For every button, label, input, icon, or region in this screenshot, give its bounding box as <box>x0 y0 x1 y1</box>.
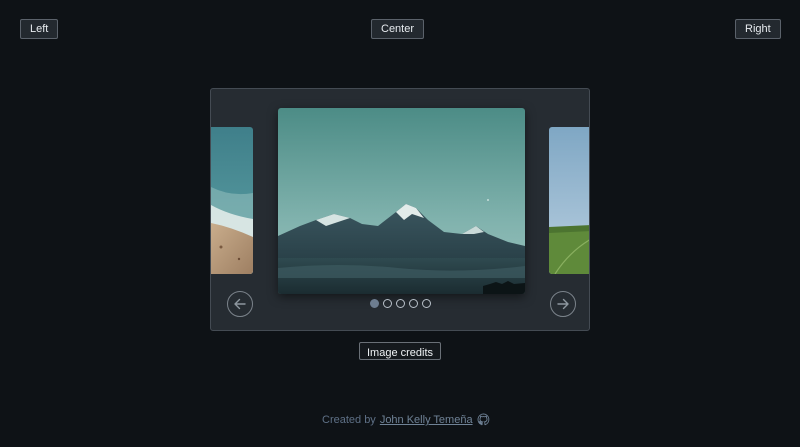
next-slide-button[interactable] <box>550 291 576 317</box>
beach-shore-image <box>211 127 253 274</box>
right-button[interactable]: Right <box>735 19 781 39</box>
slide-current[interactable] <box>278 108 525 294</box>
mountain-landscape-image <box>278 108 525 294</box>
slide-dot-2[interactable] <box>383 299 392 308</box>
prev-slide-button[interactable] <box>227 291 253 317</box>
left-button[interactable]: Left <box>20 19 59 39</box>
slide-dot-4[interactable] <box>409 299 418 308</box>
github-icon[interactable] <box>477 413 490 430</box>
page: Left Center Right Image credits Created … <box>0 0 800 447</box>
center-button[interactable]: Center <box>371 19 425 39</box>
slide-dot-1[interactable] <box>370 299 379 308</box>
footer-prefix: Created by <box>322 414 376 426</box>
image-carousel <box>210 88 590 331</box>
slide-dot-5[interactable] <box>422 299 431 308</box>
slide-dot-3[interactable] <box>396 299 405 308</box>
arrow-left-icon <box>234 298 246 310</box>
author-link[interactable]: John Kelly Temeña <box>380 414 473 426</box>
footer: Created by John Kelly Temeña <box>322 413 490 430</box>
arrow-right-icon <box>557 298 569 310</box>
slide-next[interactable] <box>549 127 589 274</box>
slide-previous[interactable] <box>211 127 253 274</box>
image-credits-button[interactable]: Image credits <box>359 342 441 360</box>
green-field-image <box>549 127 589 274</box>
